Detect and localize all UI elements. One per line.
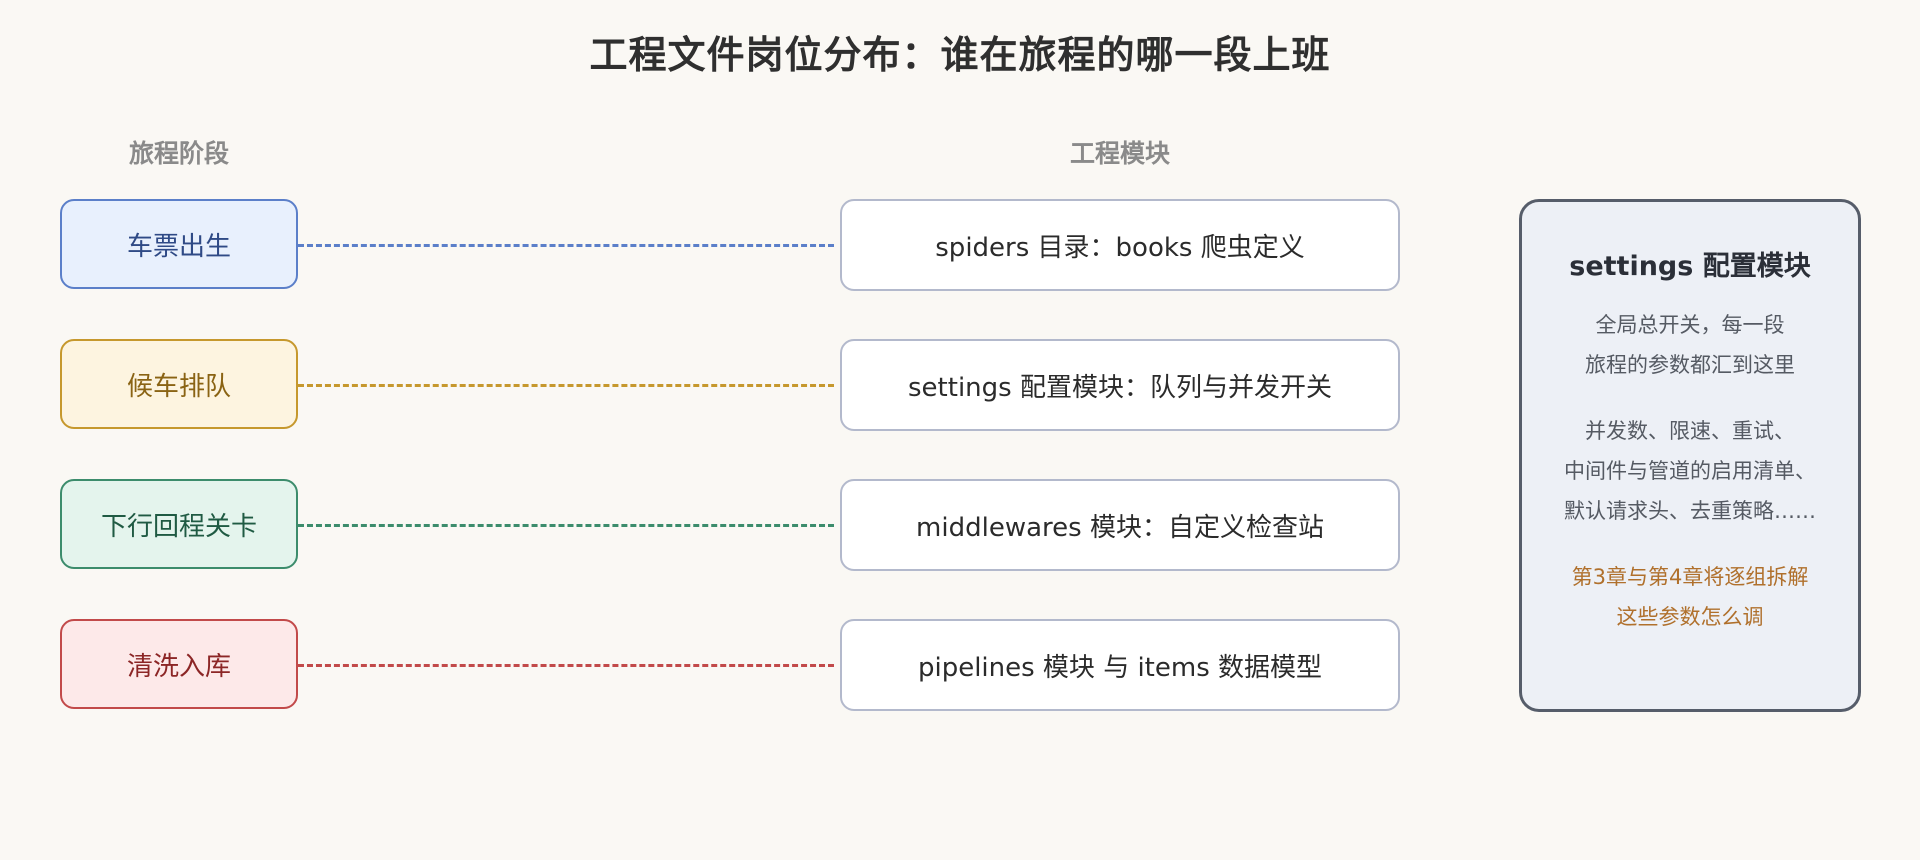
module-box-settings: settings 配置模块：队列与并发开关 — [840, 339, 1400, 431]
callout-text: 旅程的参数都汇到这里 — [1585, 353, 1795, 377]
module-box-spiders: spiders 目录：books 爬虫定义 — [840, 199, 1400, 291]
connector-line — [298, 524, 834, 527]
stage-box-clean-store: 清洗入库 — [60, 619, 298, 709]
stage-box-return-checkpoint: 下行回程关卡 — [60, 479, 298, 569]
module-label: settings 配置模块：队列与并发开关 — [908, 372, 1332, 403]
callout-text: 并发数、限速、重试、 — [1585, 419, 1795, 443]
stage-box-queue: 候车排队 — [60, 339, 298, 429]
module-label: pipelines 模块 与 items 数据模型 — [917, 652, 1323, 683]
connector-line — [298, 664, 834, 667]
connector-line — [298, 384, 834, 387]
callout-text: 全局总开关，每一段 — [1595, 313, 1785, 337]
callout-title: settings 配置模块 — [1569, 251, 1811, 282]
modules-column-header: 工程模块 — [1069, 139, 1170, 168]
callout-note: 第3章与第4章将逐组拆解 — [1571, 565, 1809, 589]
module-label: spiders 目录：books 爬虫定义 — [935, 232, 1305, 263]
callout-text: 默认请求头、去重策略…… — [1564, 499, 1816, 523]
callout-note: 这些参数怎么调 — [1616, 605, 1764, 629]
callout-spacer — [1522, 385, 1858, 411]
module-box-pipelines: pipelines 模块 与 items 数据模型 — [840, 619, 1400, 711]
callout-spacer — [1522, 531, 1858, 557]
connector-line — [298, 244, 834, 247]
settings-callout-card: settings 配置模块 全局总开关，每一段 旅程的参数都汇到这里 并发数、限… — [1519, 199, 1861, 712]
callout-text: 中间件与管道的启用清单、 — [1564, 459, 1816, 483]
stage-box-ticket-birth: 车票出生 — [60, 199, 298, 289]
page-title: 工程文件岗位分布：谁在旅程的哪一段上班 — [589, 33, 1331, 77]
stage-label: 车票出生 — [126, 231, 231, 262]
stage-label: 候车排队 — [126, 371, 231, 402]
stage-label: 下行回程关卡 — [100, 511, 257, 542]
stage-label: 清洗入库 — [126, 651, 231, 682]
stages-column-header: 旅程阶段 — [128, 139, 229, 168]
diagram-canvas: 工程文件岗位分布：谁在旅程的哪一段上班 旅程阶段 工程模块 车票出生 spide… — [0, 0, 1920, 860]
module-box-middlewares: middlewares 模块：自定义检查站 — [840, 479, 1400, 571]
module-label: middlewares 模块：自定义检查站 — [916, 512, 1324, 543]
